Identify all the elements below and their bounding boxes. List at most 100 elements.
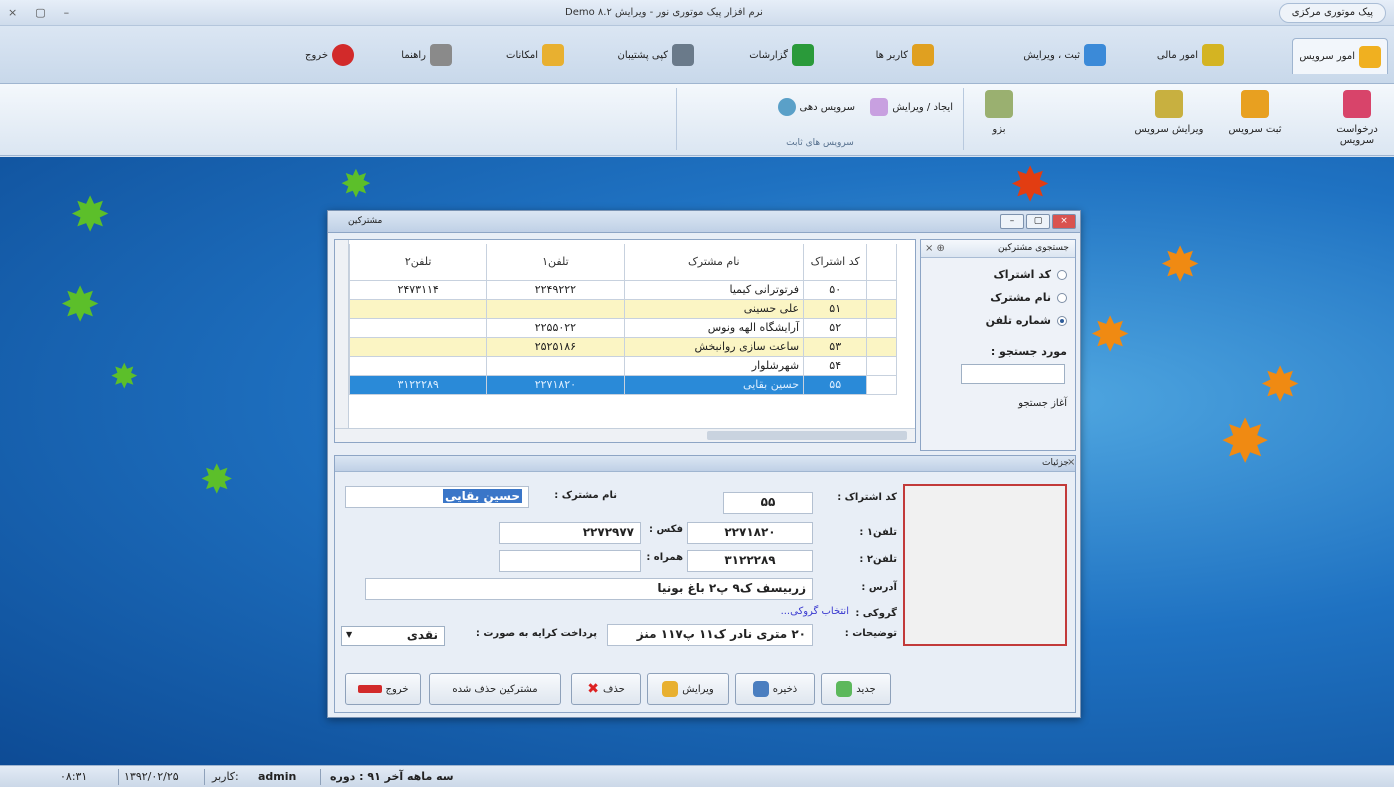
- cell-name[interactable]: علی حسینی: [623, 298, 805, 319]
- row-indicator[interactable]: [866, 355, 897, 376]
- phone1-field[interactable]: ۲۲۷۱۸۲۰: [687, 522, 813, 544]
- column-header-phone1[interactable]: تلفن۱: [486, 244, 625, 281]
- request-service-button[interactable]: درخواست سرویس: [1322, 90, 1392, 146]
- phone2-field[interactable]: ۳۱۲۲۲۸۹: [687, 550, 813, 572]
- create-edit-button[interactable]: ایجاد / ویرایش: [870, 98, 953, 116]
- radio-phone[interactable]: شماره تلفن: [921, 314, 1067, 327]
- fax-label: فکس :: [649, 524, 683, 535]
- save-button[interactable]: ذخیره: [735, 673, 815, 705]
- notes-field[interactable]: ۲۰ متری نادر ک۱۱ پ۱۱۷ منز: [607, 624, 813, 646]
- select-group-link[interactable]: انتخاب گروکی...: [781, 606, 849, 617]
- vertical-scrollbar[interactable]: [335, 240, 349, 430]
- fax-field[interactable]: ۲۲۷۲۹۷۷: [499, 522, 641, 544]
- panel-close-icon[interactable]: ×: [1067, 457, 1075, 468]
- table-row[interactable]: ۲۴۷۳۱۱۴ ۲۲۴۹۲۲۲ فرتوترانی کیمیا ۵۰: [348, 279, 897, 300]
- cell-name[interactable]: آرایشگاه الهه ونوس: [623, 317, 805, 338]
- cell-phone2[interactable]: [348, 355, 488, 376]
- cell-phone1[interactable]: ۲۵۲۵۱۸۶: [486, 336, 625, 357]
- tab-help[interactable]: راهنما: [401, 42, 452, 68]
- cell-phone1[interactable]: [486, 355, 625, 376]
- cell-phone1[interactable]: ۲۲۷۱۸۲۰: [486, 374, 625, 395]
- register-service-button[interactable]: ثبت سرویس: [1220, 90, 1290, 135]
- tab-exit[interactable]: خروج: [305, 42, 354, 68]
- horizontal-scrollbar[interactable]: [335, 428, 915, 442]
- code-field[interactable]: ۵۵: [723, 492, 813, 514]
- new-button[interactable]: جدید: [821, 673, 891, 705]
- tab-users[interactable]: کاربر ها: [876, 42, 934, 68]
- cell-name[interactable]: ساعت سازی روانبخش: [623, 336, 805, 357]
- tab-register-edit[interactable]: ثبت ، ویرایش: [1023, 42, 1106, 68]
- radio-code[interactable]: کد اشتراک: [921, 268, 1067, 281]
- close-icon[interactable]: ×: [8, 6, 17, 19]
- address-field[interactable]: زربیسف ک۹ پ۲ باغ بونیا: [365, 578, 813, 600]
- row-indicator[interactable]: [866, 374, 897, 395]
- radio-button[interactable]: [1057, 269, 1067, 280]
- window-maximize-button[interactable]: ▢: [1026, 214, 1050, 229]
- row-indicator[interactable]: [866, 279, 897, 300]
- table-row[interactable]: علی حسینی ۵۱: [348, 298, 897, 319]
- cell-phone2[interactable]: [348, 298, 488, 319]
- cell-code[interactable]: ۵۴: [803, 355, 868, 376]
- search-term-label: مورد جستجو :: [990, 345, 1067, 358]
- delete-button[interactable]: حذف ✖: [571, 673, 641, 705]
- maximize-icon[interactable]: ▢: [35, 6, 45, 19]
- cell-code[interactable]: ۵۳: [803, 336, 868, 357]
- cell-name[interactable]: حسین بقایی: [623, 374, 805, 395]
- radio-name[interactable]: نام مشترک: [921, 291, 1067, 304]
- window-close-button[interactable]: ×: [1052, 214, 1076, 229]
- serving-button[interactable]: سرویس دهی: [777, 98, 855, 116]
- address-label: آدرس :: [861, 582, 897, 593]
- table-row[interactable]: ۲۲۵۵۰۲۲ آرایشگاه الهه ونوس ۵۲: [348, 317, 897, 338]
- cell-code[interactable]: ۵۲: [803, 317, 868, 338]
- payment-select[interactable]: نقدی ▼: [341, 626, 445, 646]
- ribbon-button-4[interactable]: بزو: [964, 90, 1034, 135]
- minimize-icon[interactable]: –: [64, 6, 70, 19]
- cell-phone2[interactable]: [348, 317, 488, 338]
- cell-code[interactable]: ۵۵: [803, 374, 868, 395]
- cell-phone2[interactable]: ۳۱۲۲۲۸۹: [348, 374, 488, 395]
- tab-tools[interactable]: امکانات: [506, 42, 564, 68]
- cell-name[interactable]: فرتوترانی کیمیا: [623, 279, 805, 300]
- gears-icon: [1359, 45, 1381, 68]
- window-minimize-button[interactable]: –: [1000, 214, 1024, 229]
- mobile-field[interactable]: [499, 550, 641, 572]
- status-period: سه ماهه آخر ۹۱ : دوره: [330, 770, 454, 783]
- exit-button[interactable]: خروج: [345, 673, 421, 705]
- tab-reports[interactable]: گزارشات: [749, 42, 814, 68]
- deleted-customers-button[interactable]: مشترکین حذف شده: [429, 673, 561, 705]
- cell-phone2[interactable]: ۲۴۷۳۱۱۴: [348, 279, 488, 300]
- edit-button[interactable]: ویرایش: [647, 673, 729, 705]
- tab-finance[interactable]: امور مالی: [1157, 42, 1224, 68]
- table-row[interactable]: ۳۱۲۲۲۸۹ ۲۲۷۱۸۲۰ حسین بقایی ۵۵: [348, 374, 897, 395]
- row-indicator[interactable]: [866, 336, 897, 357]
- column-header-code[interactable]: کد اشتراک: [803, 244, 868, 281]
- customers-grid[interactable]: تلفن۲ تلفن۱ نام مشترک کد اشتراک ۲۴۷۳۱۱۴ ۲…: [334, 239, 916, 443]
- quick-access-button[interactable]: پیک موتوری مرکزی: [1278, 3, 1386, 23]
- row-indicator[interactable]: [866, 317, 897, 338]
- table-row[interactable]: شهرشلوار ۵۴: [348, 355, 897, 376]
- cell-code[interactable]: ۵۱: [803, 298, 868, 319]
- edit-service-button[interactable]: ویرایش سرویس: [1134, 90, 1204, 135]
- panel-close-icon[interactable]: ⊕ ×: [925, 243, 945, 254]
- cell-phone1[interactable]: [486, 298, 625, 319]
- cell-phone2[interactable]: [348, 336, 488, 357]
- name-field[interactable]: حسین بقایی: [345, 486, 529, 508]
- table-row[interactable]: ۲۵۲۵۱۸۶ ساعت سازی روانبخش ۵۳: [348, 336, 897, 357]
- customer-photo-box[interactable]: [903, 484, 1067, 646]
- start-search-button[interactable]: آغاز جستجو: [921, 398, 1067, 409]
- tab-service[interactable]: امور سرویس: [1292, 38, 1388, 74]
- cell-name[interactable]: شهرشلوار: [623, 355, 805, 376]
- tab-label: امکانات: [506, 49, 538, 61]
- button-label: ویرایش سرویس: [1134, 124, 1204, 135]
- radio-button[interactable]: [1057, 292, 1067, 303]
- scroll-thumb[interactable]: [707, 431, 907, 440]
- cell-phone1[interactable]: ۲۲۵۵۰۲۲: [486, 317, 625, 338]
- search-input[interactable]: [961, 364, 1065, 384]
- radio-button-selected[interactable]: [1057, 315, 1067, 326]
- row-indicator[interactable]: [866, 298, 897, 319]
- column-header-name[interactable]: نام مشترک: [623, 244, 805, 281]
- column-header-phone2[interactable]: تلفن۲: [348, 244, 488, 281]
- tab-backup[interactable]: کپی پشتیبان: [618, 42, 694, 68]
- cell-code[interactable]: ۵۰: [803, 279, 868, 300]
- cell-phone1[interactable]: ۲۲۴۹۲۲۲: [486, 279, 625, 300]
